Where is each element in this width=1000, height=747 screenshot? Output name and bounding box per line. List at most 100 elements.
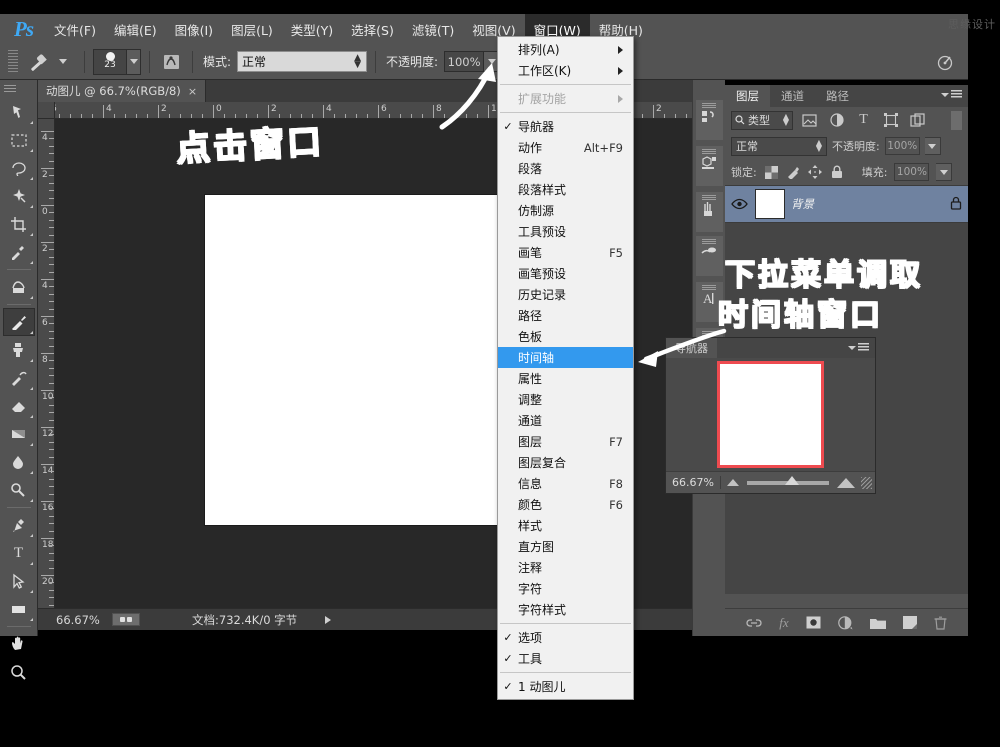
marquee-tool[interactable] [3, 126, 35, 154]
menu-item-信息[interactable]: 信息F8 [498, 473, 633, 494]
menu-item-画笔[interactable]: 画笔F5 [498, 242, 633, 263]
menu-item-3[interactable]: 图层(L) [222, 14, 282, 45]
close-icon[interactable]: × [188, 85, 197, 98]
new-layer-icon[interactable] [903, 616, 917, 629]
lock-position-icon[interactable] [808, 165, 823, 180]
brush-size-chevron-down-icon[interactable] [127, 49, 141, 75]
eyedropper-tool[interactable] [3, 238, 35, 266]
vertical-ruler[interactable]: 4202468101214161820 [38, 119, 55, 608]
zoom-tool[interactable] [3, 658, 35, 686]
tab-navigator[interactable]: 导航器 [666, 338, 717, 358]
clone-stamp-tool[interactable] [3, 336, 35, 364]
menu-item-直方图[interactable]: 直方图 [498, 536, 633, 557]
menu-item-通道[interactable]: 通道 [498, 410, 633, 431]
menu-item-路径[interactable]: 路径 [498, 305, 633, 326]
history-panel-icon[interactable] [696, 100, 723, 140]
lock-all-icon[interactable] [830, 165, 845, 180]
filter-kind-select[interactable]: 类型 ▲▼ [731, 111, 793, 130]
airbrush-mode-icon[interactable] [934, 52, 956, 72]
menu-item-排列(A)[interactable]: 排列(A) [498, 39, 633, 60]
menu-item-样式[interactable]: 样式 [498, 515, 633, 536]
brush-preset-chevron-down-icon[interactable] [50, 50, 76, 74]
navigator-zoom-value[interactable]: 66.67% [666, 476, 721, 489]
quick-select-tool[interactable] [3, 182, 35, 210]
brush-preset-icon[interactable] [696, 236, 723, 276]
blend-mode-select[interactable]: 正常 ▲▼ [237, 51, 367, 72]
brush-panel-toggle-icon[interactable] [158, 50, 184, 74]
menu-item-历史记录[interactable]: 历史记录 [498, 284, 633, 305]
menu-item-时间轴[interactable]: 时间轴 [498, 347, 633, 368]
menu-item-工作区(K)[interactable]: 工作区(K) [498, 60, 633, 81]
menu-item-调整[interactable]: 调整 [498, 389, 633, 410]
menu-item-工具预设[interactable]: 工具预设 [498, 221, 633, 242]
layer-fill-chevron-down-icon[interactable] [936, 163, 952, 181]
menu-item-工具[interactable]: ✓工具 [498, 648, 633, 669]
slider-track[interactable] [747, 481, 829, 485]
filter-toggle-switch[interactable] [951, 111, 962, 130]
menu-item-字符[interactable]: 字符 [498, 578, 633, 599]
menu-item-动作[interactable]: 动作Alt+F9 [498, 137, 633, 158]
brush-tool-preview-icon[interactable] [24, 50, 50, 74]
menu-item-注释[interactable]: 注释 [498, 557, 633, 578]
menu-item-段落[interactable]: 段落 [498, 158, 633, 179]
navigator-preview[interactable] [666, 358, 875, 471]
status-menu-arrow-icon[interactable] [325, 616, 331, 624]
tab-2[interactable]: 路径 [815, 85, 860, 107]
folder-icon[interactable] [870, 617, 886, 629]
layer-fill-value[interactable]: 100% [894, 163, 929, 181]
hand-tool[interactable] [3, 630, 35, 658]
filter-type-icon[interactable]: T [853, 111, 874, 130]
panel-menu-icon[interactable] [941, 90, 962, 99]
resize-grip-icon[interactable] [861, 477, 872, 489]
menu-item-扩展功能[interactable]: 扩展功能 [498, 88, 633, 109]
layer-blend-mode-select[interactable]: 正常 ▲▼ [731, 137, 827, 156]
menu-item-导航器[interactable]: ✓导航器 [498, 116, 633, 137]
menu-item-选项[interactable]: ✓选项 [498, 627, 633, 648]
document-canvas[interactable] [205, 195, 500, 525]
document-dimensions-icon[interactable] [112, 613, 140, 626]
brush-tool[interactable] [3, 308, 35, 336]
tab-1[interactable]: 通道 [770, 85, 815, 107]
tab-0[interactable]: 图层 [725, 85, 770, 107]
brush-size-preview[interactable]: 23 [93, 49, 127, 75]
link-icon[interactable] [746, 617, 762, 629]
history-brush-tool[interactable] [3, 364, 35, 392]
adjustment-icon[interactable] [838, 616, 853, 630]
lasso-tool[interactable] [3, 154, 35, 182]
move-tool[interactable] [3, 98, 35, 126]
type-tool[interactable]: T [3, 539, 35, 567]
menu-item-段落样式[interactable]: 段落样式 [498, 179, 633, 200]
document-tab[interactable]: 动图儿 @ 66.7%(RGB/8) × [38, 80, 206, 102]
layer-opacity-chevron-down-icon[interactable] [925, 137, 941, 155]
menu-item-色板[interactable]: 色板 [498, 326, 633, 347]
blur-tool[interactable] [3, 448, 35, 476]
menu-item-2[interactable]: 图像(I) [166, 14, 222, 45]
slider-knob[interactable] [785, 476, 799, 485]
window-menu-dropdown[interactable]: 排列(A)工作区(K)扩展功能✓导航器动作Alt+F9段落段落样式仿制源工具预设… [497, 36, 634, 700]
menu-item-1[interactable]: 编辑(E) [105, 14, 166, 45]
filter-adjustment-icon[interactable] [826, 111, 847, 130]
tools-panel-grip[interactable] [4, 85, 16, 93]
menu-item-4[interactable]: 类型(Y) [282, 14, 342, 45]
navigator-zoom-slider[interactable] [721, 478, 861, 488]
trash-icon[interactable] [934, 616, 947, 630]
ruler-corner[interactable] [38, 102, 55, 119]
mask-icon[interactable] [806, 616, 821, 629]
menu-item-字符样式[interactable]: 字符样式 [498, 599, 633, 620]
path-selection-tool[interactable] [3, 567, 35, 595]
menu-item-1 动图儿[interactable]: ✓1 动图儿 [498, 676, 633, 697]
filter-shape-icon[interactable] [880, 111, 901, 130]
menu-item-0[interactable]: 文件(F) [45, 14, 105, 45]
gradient-tool[interactable] [3, 420, 35, 448]
3d-panel-icon[interactable] [696, 146, 723, 186]
rectangle-tool[interactable] [3, 595, 35, 623]
layer-opacity-value[interactable]: 100% [885, 137, 920, 155]
eraser-tool[interactable] [3, 392, 35, 420]
filter-smart-object-icon[interactable] [907, 111, 928, 130]
menu-item-颜色[interactable]: 颜色F6 [498, 494, 633, 515]
menu-item-属性[interactable]: 属性 [498, 368, 633, 389]
menu-item-6[interactable]: 滤镜(T) [403, 14, 463, 45]
layer-thumbnail[interactable] [755, 189, 785, 219]
healing-brush-tool[interactable] [3, 273, 35, 301]
opacity-value[interactable]: 100% [444, 51, 484, 72]
